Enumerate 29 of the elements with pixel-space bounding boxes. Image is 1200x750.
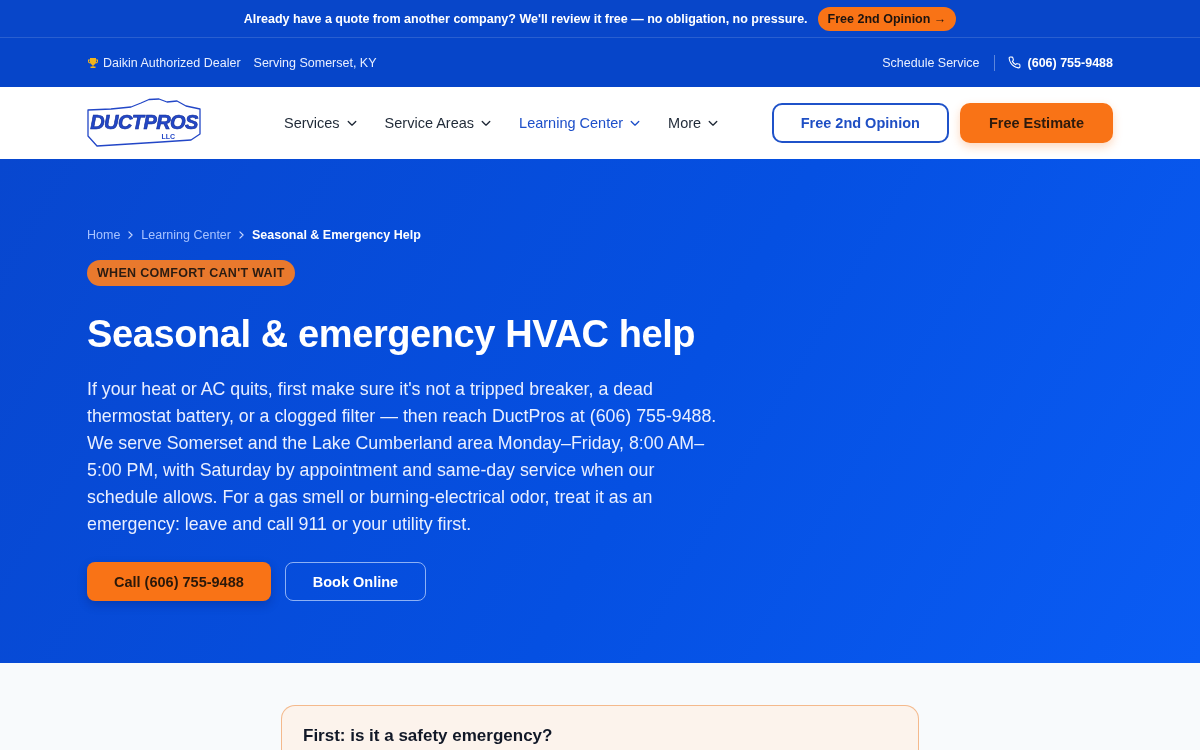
breadcrumb-link[interactable]: Home — [87, 227, 121, 243]
phone-icon — [1007, 56, 1021, 69]
second-opinion-button[interactable]: Free 2nd Opinion → — [817, 6, 957, 31]
outline-button[interactable]: Free 2nd Opinion — [771, 103, 949, 143]
chevron-down-icon — [346, 119, 357, 127]
primary-button[interactable]: Call (606) 755-9488 — [87, 562, 271, 601]
nav-menu-item[interactable]: Learning Center — [519, 111, 641, 135]
schedule-service-link[interactable]: Schedule Service — [882, 55, 980, 70]
chevron-down-icon — [481, 119, 492, 127]
breadcrumb-current: Seasonal & Emergency Help — [252, 227, 421, 243]
chevron-down-icon — [630, 119, 641, 127]
trophy-icon — [87, 56, 99, 69]
service-area-text: Serving Somerset, KY — [253, 55, 377, 70]
page-title: Seasonal & emergency HVAC help — [87, 312, 696, 357]
primary-button[interactable]: Free Estimate — [959, 103, 1113, 143]
dealer-text: Daikin Authorized Dealer — [103, 55, 241, 70]
intro-paragraph: If your heat or AC quits, first make sure it's not a tripped breaker, a dead thermostat battery, or a clogged filter — then reach DuctPros at (606) 755-9488. We serve Somerset and the Lake Cumberland area Monday–Friday, 8:00 AM–5:00 PM, with Saturday by appointment and same-day service when our schedule allows. For a gas smell or burning-electrical odor, treat it as an emergency: leave and call 911 or your utility first. — [87, 378, 718, 536]
promo-text: Already have a quote from another company? We'll review it free — no obligation, no pressure. — [243, 11, 808, 26]
phone-link[interactable]: (606) 755-9488 — [1007, 55, 1113, 70]
chevron-right-icon — [239, 231, 244, 239]
chevron-right-icon — [128, 231, 134, 239]
card-title: First: is it a safety emergency? — [303, 726, 554, 746]
chevron-down-icon — [708, 119, 719, 127]
eyebrow-badge: WHEN COMFORT CAN'T WAIT — [87, 260, 295, 286]
breadcrumb-link[interactable]: Learning Center — [141, 227, 231, 243]
outline-button[interactable]: Book Online — [284, 562, 427, 601]
nav-menu-item[interactable]: Services — [284, 111, 357, 135]
nav-menu-item[interactable]: More — [668, 111, 719, 135]
nav-menu-item[interactable]: Service Areas — [384, 111, 492, 135]
